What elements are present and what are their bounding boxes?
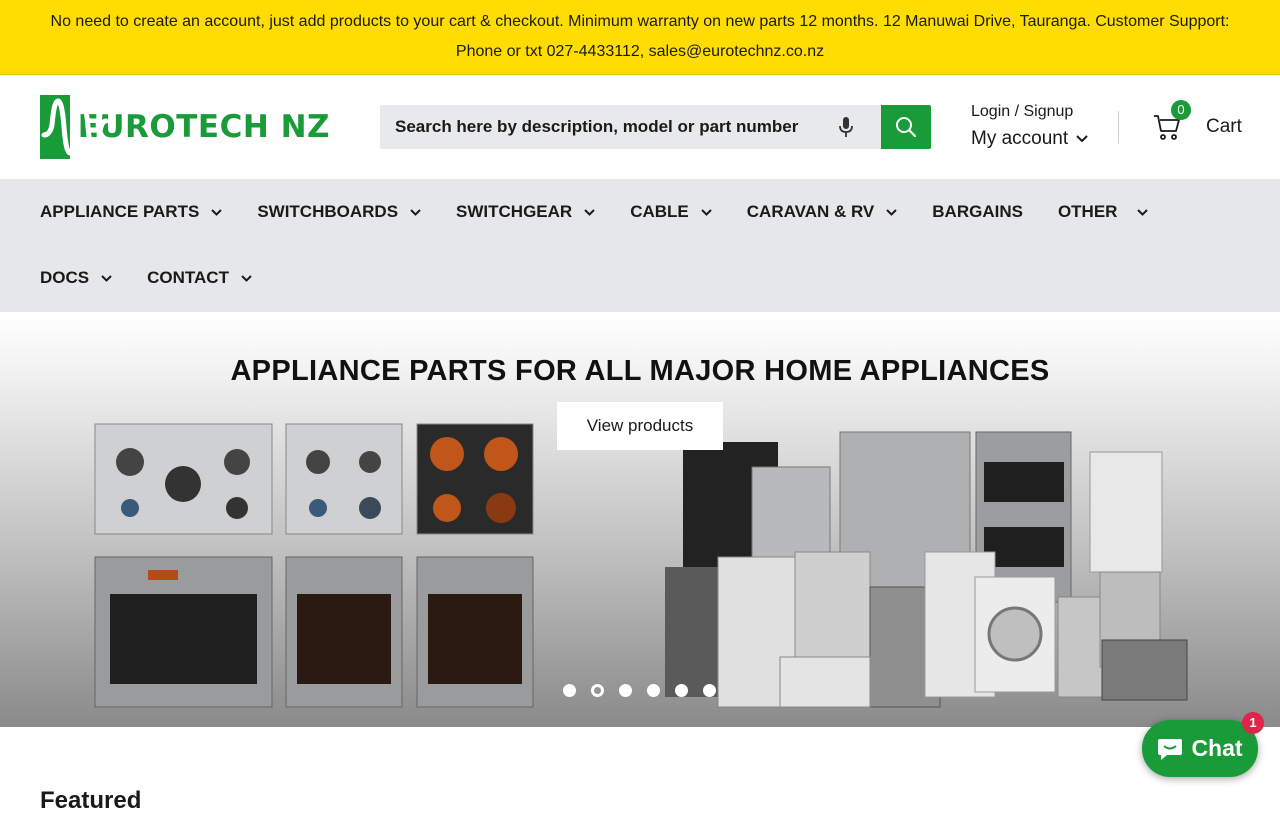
nav-item-label: CABLE xyxy=(630,202,689,221)
chevron-down-icon xyxy=(211,208,223,216)
logo-wave-icon xyxy=(40,95,109,159)
chevron-down-icon xyxy=(1076,135,1088,143)
account-menu: Login / Signup My account xyxy=(971,101,1088,152)
nav-item-other[interactable]: OTHER xyxy=(1058,202,1149,222)
chevron-down-icon xyxy=(701,208,712,216)
chevron-down-icon xyxy=(886,208,897,216)
search-input[interactable] xyxy=(380,105,826,149)
search-bar xyxy=(380,105,931,149)
my-account-dropdown[interactable]: My account xyxy=(971,126,1088,152)
slide-dot-1[interactable] xyxy=(563,684,576,697)
microphone-icon[interactable] xyxy=(826,105,866,149)
logo[interactable]: EUROTECH NZ xyxy=(40,95,330,159)
chevron-down-icon xyxy=(101,274,112,282)
chat-label: Chat xyxy=(1191,735,1243,761)
hero-slideshow[interactable]: APPLIANCE PARTS FOR ALL MAJOR HOME APPLI… xyxy=(0,312,1280,727)
slide-dot-3[interactable] xyxy=(619,684,632,697)
nav-row: DOCS CONTACT xyxy=(40,245,1280,311)
nav-item-label: SWITCHBOARDS xyxy=(257,202,399,221)
nav-item-contact[interactable]: CONTACT xyxy=(147,268,252,288)
chevron-down-icon xyxy=(410,208,421,216)
chat-button[interactable]: Chat xyxy=(1142,720,1258,777)
site-header: EUROTECH NZ Login / Signup My account xyxy=(0,75,1280,179)
nav-row: APPLIANCE PARTS SWITCHBOARDS SWITCHGEAR … xyxy=(40,179,1280,245)
slide-dot-5[interactable] xyxy=(675,684,688,697)
nav-item-label: SWITCHGEAR xyxy=(456,202,573,221)
chat-bubble-icon xyxy=(1158,738,1183,760)
slide-dot-4[interactable] xyxy=(647,684,660,697)
nav-item-label: DOCS xyxy=(40,268,90,287)
cart-icon: 0 xyxy=(1152,100,1191,142)
nav-item-cable[interactable]: CABLE xyxy=(630,202,712,222)
slideshow-pagination xyxy=(563,684,731,697)
chat-notification-badge: 1 xyxy=(1242,712,1264,734)
nav-item-switchboards[interactable]: SWITCHBOARDS xyxy=(257,202,421,222)
announcement-text: No need to create an account, just add p… xyxy=(50,13,1230,60)
search-icon xyxy=(896,117,917,138)
main-navigation: APPLIANCE PARTS SWITCHBOARDS SWITCHGEAR … xyxy=(0,179,1280,312)
range-cookers-illustration xyxy=(94,423,534,708)
view-products-button[interactable]: View products xyxy=(557,402,723,450)
nav-item-label: CARAVAN & RV xyxy=(746,202,875,221)
login-signup-link[interactable]: Login / Signup xyxy=(971,101,1088,123)
cart-button[interactable]: 0 Cart xyxy=(1152,100,1242,149)
search-button[interactable] xyxy=(881,105,931,149)
announcement-bar: No need to create an account, just add p… xyxy=(0,0,1280,75)
chevron-down-icon xyxy=(584,208,595,216)
chevron-down-icon xyxy=(1137,208,1149,216)
nav-item-label: BARGAINS xyxy=(932,202,1023,221)
nav-item-docs[interactable]: DOCS xyxy=(40,268,112,288)
header-divider xyxy=(1118,111,1119,143)
chevron-down-icon xyxy=(241,274,252,282)
nav-item-caravan-rv[interactable]: CARAVAN & RV xyxy=(747,202,898,222)
cart-label: Cart xyxy=(1206,116,1242,137)
nav-item-switchgear[interactable]: SWITCHGEAR xyxy=(456,202,595,222)
my-account-label: My account xyxy=(971,128,1069,149)
nav-item-label: APPLIANCE PARTS xyxy=(40,202,200,221)
nav-item-label: OTHER xyxy=(1057,202,1118,221)
slide-dot-6[interactable] xyxy=(703,684,716,697)
cart-count-badge: 0 xyxy=(1171,100,1191,120)
hero-title: APPLIANCE PARTS FOR ALL MAJOR HOME APPLI… xyxy=(230,355,1050,387)
logo-text: EUROTECH NZ xyxy=(77,109,330,145)
nav-item-label: CONTACT xyxy=(147,268,229,287)
featured-title: Featured xyxy=(40,787,142,814)
featured-section: Featured xyxy=(0,727,1280,814)
home-appliances-illustration xyxy=(665,431,1188,708)
nav-item-bargains[interactable]: BARGAINS xyxy=(932,202,1023,222)
nav-item-appliance-parts[interactable]: APPLIANCE PARTS xyxy=(40,202,223,222)
slide-dot-2[interactable] xyxy=(591,684,604,697)
